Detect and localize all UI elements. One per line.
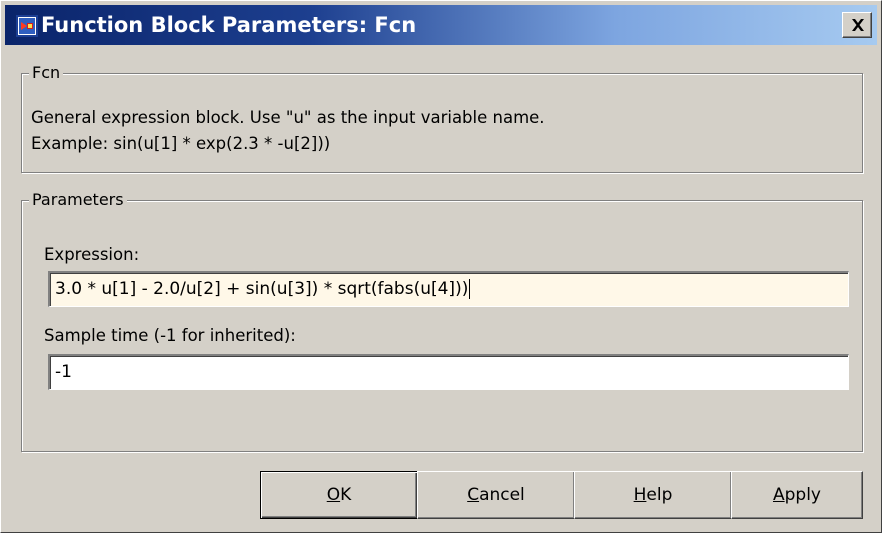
- ok-label-rest: K: [340, 485, 352, 505]
- title-bar[interactable]: Function Block Parameters: Fcn: [5, 5, 877, 45]
- simulink-block-icon: [16, 15, 38, 37]
- ok-button[interactable]: OK: [260, 471, 418, 519]
- dialog-window: Function Block Parameters: Fcn Fcn Gener…: [0, 0, 882, 533]
- help-mnemonic: H: [633, 485, 647, 505]
- ok-mnemonic: O: [326, 485, 341, 505]
- sample-time-value: -1: [55, 362, 72, 382]
- cancel-button[interactable]: Cancel: [417, 471, 575, 519]
- cancel-label-rest: ancel: [479, 485, 525, 505]
- description-line-1: General expression block. Use "u" as the…: [31, 108, 545, 127]
- fcn-group-label: Fcn: [29, 63, 64, 83]
- fcn-groupbox: Fcn General expression block. Use "u" as…: [21, 63, 863, 173]
- sample-time-label: Sample time (-1 for inherited):: [44, 326, 296, 345]
- close-button[interactable]: [842, 12, 872, 38]
- description-line-2: Example: sin(u[1] * exp(2.3 * -u[2])): [31, 134, 331, 153]
- apply-label-rest: pply: [784, 485, 821, 505]
- help-button[interactable]: Help: [574, 471, 732, 519]
- expression-label: Expression:: [44, 245, 140, 264]
- expression-value: 3.0 * u[1] - 2.0/u[2] + sin(u[3]) * sqrt…: [55, 279, 469, 299]
- apply-button[interactable]: Apply: [731, 471, 863, 519]
- help-label-rest: elp: [646, 485, 673, 505]
- cancel-mnemonic: C: [467, 485, 480, 505]
- expression-field[interactable]: 3.0 * u[1] - 2.0/u[2] + sin(u[3]) * sqrt…: [48, 271, 849, 307]
- parameters-groupbox: Parameters Expression: 3.0 * u[1] - 2.0/…: [21, 190, 863, 452]
- sample-time-field[interactable]: -1: [48, 354, 849, 390]
- text-caret: [469, 279, 471, 299]
- parameters-group-label: Parameters: [29, 190, 127, 210]
- window-title: Function Block Parameters: Fcn: [41, 13, 417, 37]
- apply-mnemonic: A: [772, 485, 785, 505]
